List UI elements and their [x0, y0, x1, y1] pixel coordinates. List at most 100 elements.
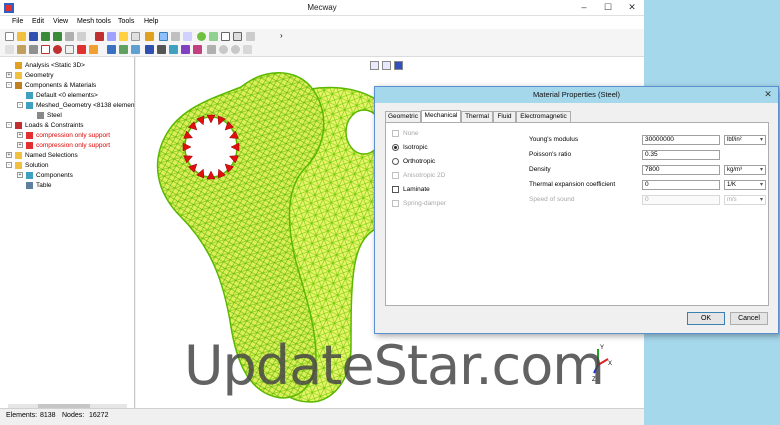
folder-icon: [15, 152, 22, 159]
menu-tools[interactable]: Tools: [118, 18, 134, 25]
paste-icon[interactable]: [77, 32, 86, 41]
wireframe-icon[interactable]: [221, 32, 230, 41]
chevron-down-icon: ▾: [759, 197, 763, 203]
measure-icon[interactable]: [207, 45, 216, 54]
tree-item-label: Default <0 elements>: [36, 92, 98, 99]
support-icon: [26, 142, 33, 149]
fit-icon[interactable]: [131, 32, 140, 41]
save-icon[interactable]: [29, 32, 38, 41]
node-icon[interactable]: [5, 45, 14, 54]
unit-select[interactable]: lbf/in² ▾: [724, 135, 766, 145]
checkbox-icon: [392, 130, 399, 137]
tet-icon[interactable]: [181, 45, 190, 54]
minimize-button[interactable]: –: [572, 0, 596, 16]
rotate-icon[interactable]: [145, 32, 154, 41]
tri-icon[interactable]: [29, 45, 38, 54]
tree-item-label: Loads & Constraints: [25, 122, 84, 129]
property-input[interactable]: 7800: [642, 165, 720, 175]
options-icon[interactable]: [243, 45, 252, 54]
option-label: Orthotropic: [403, 158, 436, 165]
merge-icon[interactable]: [169, 45, 178, 54]
close-button[interactable]: ✕: [620, 0, 644, 16]
expand-icon[interactable]: +: [6, 152, 12, 158]
tree-item-label: compression only support: [36, 142, 111, 149]
checkbox-icon: [392, 172, 399, 179]
tab-geometric[interactable]: Geometric: [385, 111, 421, 122]
property-input[interactable]: 0.35: [642, 150, 720, 160]
menu-help[interactable]: Help: [144, 18, 158, 25]
tree-item-label: Solution: [25, 162, 49, 169]
chevron-right-icon[interactable]: ›: [280, 32, 289, 41]
redo-icon[interactable]: [53, 32, 62, 41]
quad-icon[interactable]: [41, 45, 50, 54]
select-icon[interactable]: [159, 32, 168, 41]
option-label: Anisotropic 2D: [403, 172, 446, 179]
nodes-value: 16272: [89, 412, 109, 419]
collapse-icon[interactable]: -: [6, 122, 12, 128]
tree-item-label: Named Selections: [25, 152, 78, 159]
radio-icon[interactable]: [392, 144, 399, 151]
materials-icon: [15, 82, 22, 89]
box-select-icon[interactable]: [183, 32, 192, 41]
node-merge-icon[interactable]: [219, 45, 228, 54]
model-tree: Analysis <Static 3D> + Geometry - Components…: [0, 57, 135, 408]
menu-edit[interactable]: Edit: [32, 18, 44, 25]
revolve-icon[interactable]: [131, 45, 140, 54]
expand-icon[interactable]: +: [17, 142, 23, 148]
loads-icon: [15, 122, 22, 129]
hex-icon[interactable]: [193, 45, 202, 54]
open-icon[interactable]: [17, 32, 26, 41]
zoom-icon[interactable]: [119, 32, 128, 41]
refine-icon[interactable]: [145, 45, 154, 54]
property-label: Thermal expansion coefficient: [529, 181, 616, 188]
cancel-button[interactable]: Cancel: [730, 312, 768, 325]
maximize-button[interactable]: ☐: [596, 0, 620, 16]
split-icon[interactable]: [157, 45, 166, 54]
tree-item-label: Components: [36, 172, 73, 179]
collapse-icon[interactable]: -: [6, 162, 12, 168]
extrude-icon[interactable]: [119, 45, 128, 54]
line-icon[interactable]: [17, 45, 26, 54]
tab-mechanical[interactable]: Mechanical: [421, 110, 461, 122]
prev-icon[interactable]: [246, 32, 255, 41]
delete-icon[interactable]: [53, 45, 62, 54]
cut-icon[interactable]: [65, 32, 74, 41]
collapse-icon[interactable]: -: [6, 82, 12, 88]
tab-electromagnetic[interactable]: Electromagnetic: [516, 111, 571, 122]
load-icon[interactable]: [77, 45, 86, 54]
edges-icon[interactable]: [233, 32, 242, 41]
menu-view[interactable]: View: [53, 18, 68, 25]
heat-icon[interactable]: [89, 45, 98, 54]
copy-icon[interactable]: [65, 45, 74, 54]
checkbox-icon: [392, 200, 399, 207]
pan-icon[interactable]: [171, 32, 180, 41]
smooth-icon[interactable]: [231, 45, 240, 54]
unit-select[interactable]: 1/K ▾: [724, 180, 766, 190]
tab-fluid[interactable]: Fluid: [493, 111, 516, 122]
collapse-icon[interactable]: -: [17, 102, 23, 108]
radio-icon[interactable]: [392, 158, 399, 165]
ok-button[interactable]: OK: [687, 312, 725, 325]
view-icon[interactable]: [107, 32, 116, 41]
mesh-icon[interactable]: [209, 32, 218, 41]
expand-icon[interactable]: +: [17, 132, 23, 138]
mechanical-tab-panel: None Isotropic Orthotropic Anisotropic 2D La…: [385, 122, 769, 306]
title-bar: Mecway – ☐ ✕: [0, 0, 644, 16]
tab-thermal[interactable]: Thermal: [461, 111, 493, 122]
expand-icon[interactable]: +: [6, 72, 12, 78]
menu-file[interactable]: File: [12, 18, 23, 25]
option-label: Isotropic: [403, 144, 428, 151]
menu-mesh-tools[interactable]: Mesh tools: [77, 18, 111, 25]
property-input[interactable]: 30000000: [642, 135, 720, 145]
new-icon[interactable]: [5, 32, 14, 41]
checkbox-icon[interactable]: [392, 186, 399, 193]
dialog-close-icon[interactable]: ✕: [762, 89, 774, 101]
expand-icon[interactable]: +: [17, 172, 23, 178]
undo-icon[interactable]: [41, 32, 50, 41]
property-input[interactable]: 0: [642, 180, 720, 190]
unit-select[interactable]: kg/m³ ▾: [724, 165, 766, 175]
shade-icon[interactable]: [197, 32, 206, 41]
mirror-icon[interactable]: [107, 45, 116, 54]
property-label: Young's modulus: [529, 136, 579, 143]
solve-icon[interactable]: [95, 32, 104, 41]
